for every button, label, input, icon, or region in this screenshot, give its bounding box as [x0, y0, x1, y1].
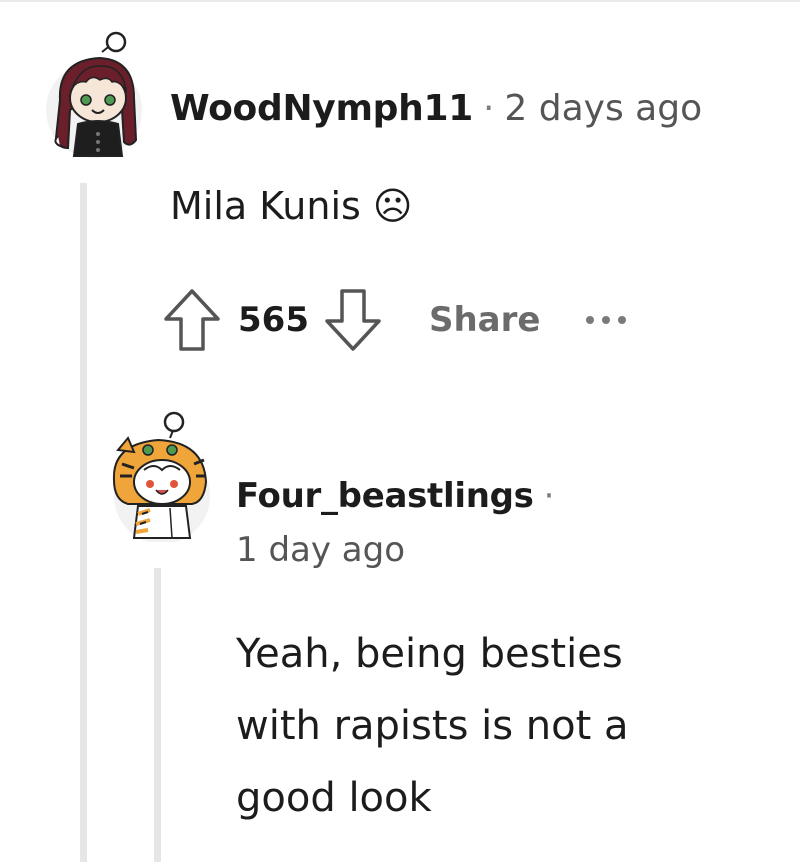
timestamp[interactable]: 1 day ago — [236, 530, 405, 570]
comment-meta-1: WoodNymph11 · 2 days ago — [170, 88, 702, 129]
comment-line: Yeah, being besties — [236, 631, 623, 677]
more-options-icon[interactable] — [586, 316, 627, 324]
thread-line-2[interactable] — [154, 568, 161, 862]
snoo-avatar-icon — [112, 411, 210, 544]
comment-body-2: Yeah, being besties with rapists is not … — [236, 618, 629, 834]
thread-line-1[interactable] — [80, 183, 87, 862]
comment-body-1: Mila Kunis ☹ — [170, 184, 413, 228]
share-button[interactable]: Share — [429, 300, 540, 340]
meta-separator: · — [543, 476, 555, 516]
author-name[interactable]: WoodNymph11 — [170, 88, 473, 129]
meta-separator: · — [482, 88, 495, 129]
timestamp[interactable]: 2 days ago — [504, 88, 702, 129]
top-divider — [0, 0, 800, 2]
comment-time-2: 1 day ago — [236, 530, 405, 570]
upvote-arrow-icon[interactable] — [162, 287, 222, 353]
downvote-arrow-icon[interactable] — [323, 287, 383, 353]
comment-line: good look — [236, 775, 432, 821]
snoo-avatar-icon — [46, 31, 142, 158]
comment-actions-1: 565 Share — [162, 287, 627, 353]
comment-line: with rapists is not a — [236, 703, 629, 749]
avatar-four-beastlings[interactable] — [104, 410, 214, 544]
comment-meta-2: Four_beastlings · — [236, 476, 564, 516]
author-name[interactable]: Four_beastlings — [236, 476, 534, 516]
vote-score: 565 — [238, 300, 309, 340]
avatar-woodnymph11[interactable] — [38, 30, 144, 160]
